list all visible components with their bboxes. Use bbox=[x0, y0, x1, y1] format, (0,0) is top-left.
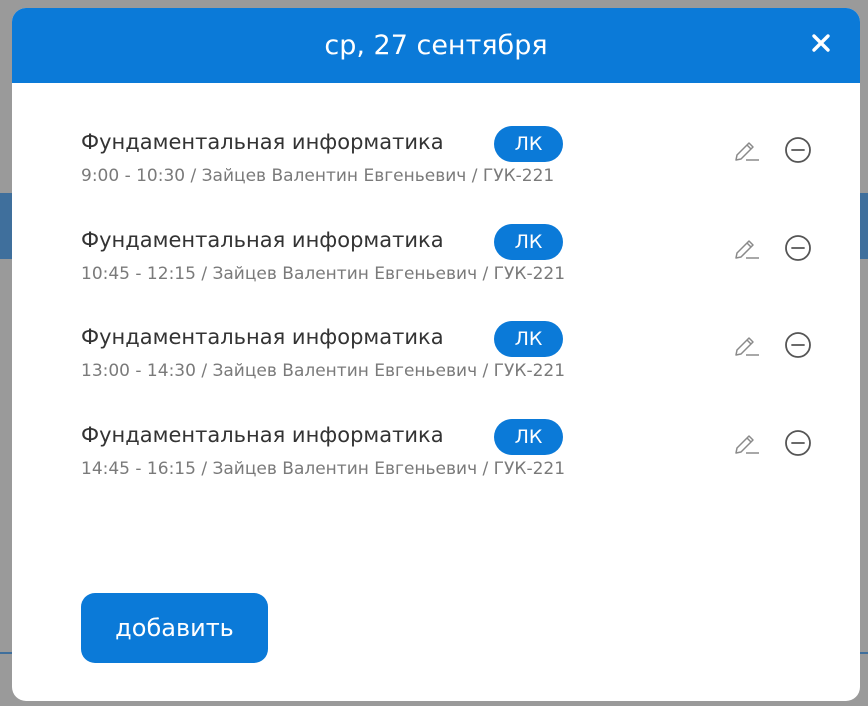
lesson-meta: 9:00 - 10:30 / Зайцев Валентин Евгеньеви… bbox=[81, 166, 555, 186]
minus-circle-icon[interactable] bbox=[784, 234, 812, 262]
minus-circle-icon[interactable] bbox=[784, 429, 812, 457]
lesson-item: Фундаментальная информатика ЛК 13:00 - 1… bbox=[81, 321, 841, 395]
lesson-title: Фундаментальная информатика bbox=[81, 130, 444, 154]
modal-header: ср, 27 сентября bbox=[12, 8, 860, 83]
lesson-title: Фундаментальная информатика bbox=[81, 325, 444, 349]
lesson-type-badge: ЛК bbox=[494, 321, 563, 357]
pencil-icon[interactable] bbox=[732, 428, 760, 456]
lesson-title: Фундаментальная информатика bbox=[81, 423, 444, 447]
lesson-type-badge: ЛК bbox=[494, 224, 563, 260]
pencil-icon[interactable] bbox=[732, 135, 760, 163]
pencil-icon[interactable] bbox=[732, 330, 760, 358]
pencil-icon[interactable] bbox=[732, 233, 760, 261]
add-lesson-button[interactable]: добавить bbox=[81, 593, 268, 663]
lesson-title: Фундаментальная информатика bbox=[81, 228, 444, 252]
lesson-meta: 14:45 - 16:15 / Зайцев Валентин Евгеньев… bbox=[81, 459, 566, 479]
minus-circle-icon[interactable] bbox=[784, 331, 812, 359]
minus-circle-icon[interactable] bbox=[784, 136, 812, 164]
lesson-item: Фундаментальная информатика ЛК 10:45 - 1… bbox=[81, 224, 841, 298]
lesson-item: Фундаментальная информатика ЛК 9:00 - 10… bbox=[81, 126, 841, 200]
lesson-meta: 10:45 - 12:15 / Зайцев Валентин Евгеньев… bbox=[81, 264, 566, 284]
lesson-type-badge: ЛК bbox=[494, 419, 563, 455]
schedule-day-modal: ср, 27 сентября Фундаментальная информат… bbox=[12, 8, 860, 701]
close-icon[interactable] bbox=[810, 32, 832, 54]
lesson-meta: 13:00 - 14:30 / Зайцев Валентин Евгеньев… bbox=[81, 361, 566, 381]
lesson-item: Фундаментальная информатика ЛК 14:45 - 1… bbox=[81, 419, 841, 493]
lesson-type-badge: ЛК bbox=[494, 126, 563, 162]
modal-title: ср, 27 сентября bbox=[324, 30, 548, 61]
